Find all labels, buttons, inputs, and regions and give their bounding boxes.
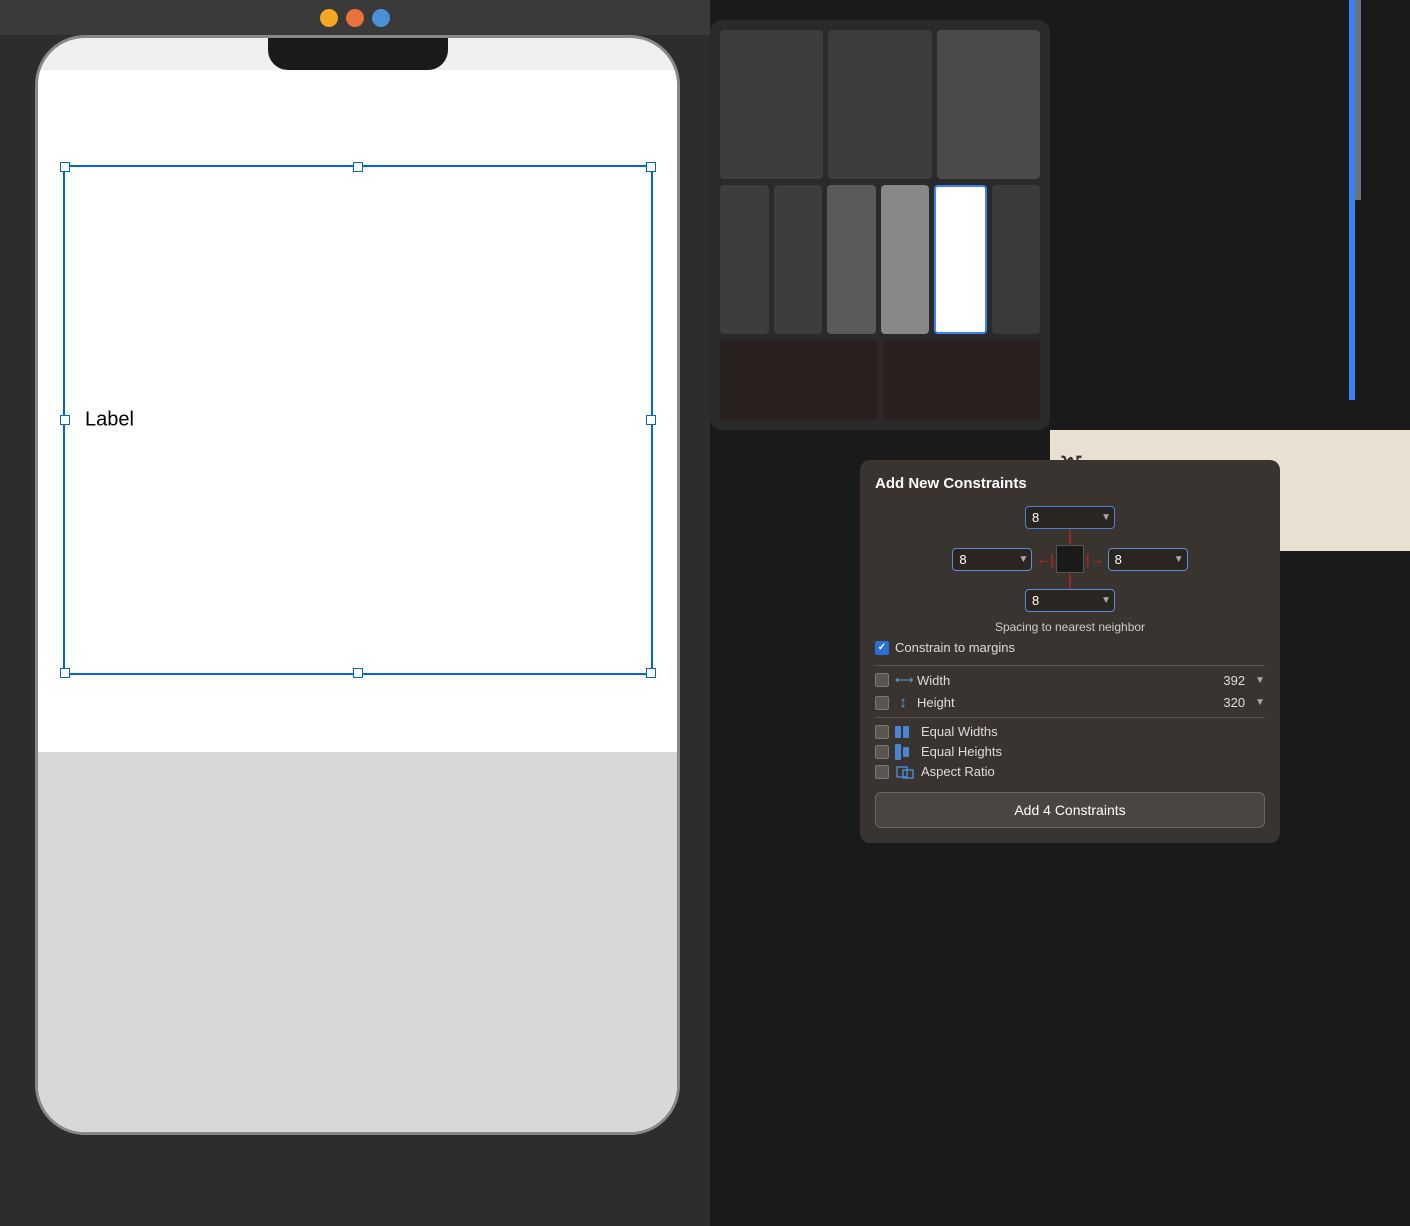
thumb-7[interactable] bbox=[881, 185, 930, 334]
height-checkbox[interactable] bbox=[875, 696, 889, 710]
handle-middle-left[interactable] bbox=[60, 415, 70, 425]
spacing-bottom-row: ▼ bbox=[1025, 589, 1115, 612]
thumb-3[interactable] bbox=[937, 30, 1040, 179]
constrain-margins-row: ✓ Constrain to margins bbox=[875, 640, 1265, 655]
blue-stripe2 bbox=[1355, 0, 1361, 200]
spacing-middle-row: ▼ ←| |→ ▼ bbox=[952, 545, 1187, 573]
height-label: Height bbox=[917, 695, 1217, 710]
thumb-row-2 bbox=[720, 185, 1040, 334]
width-value: 392 bbox=[1223, 673, 1245, 688]
spacing-right-chevron: ▼ bbox=[1174, 554, 1184, 565]
constrain-margins-label: Constrain to margins bbox=[895, 640, 1015, 655]
spacing-left-wrapper: ▼ bbox=[952, 548, 1032, 571]
handle-bottom-left[interactable] bbox=[60, 668, 70, 678]
left-arrow: ←| bbox=[1036, 551, 1054, 567]
toolbar-dot-yellow bbox=[320, 9, 338, 27]
center-square bbox=[1056, 545, 1084, 573]
aspect-ratio-icon bbox=[895, 765, 915, 779]
iphone-screen: Label bbox=[38, 70, 677, 1132]
equal-widths-label: Equal Widths bbox=[921, 724, 1265, 739]
thumb-10[interactable] bbox=[720, 340, 878, 420]
thumb-4[interactable] bbox=[720, 185, 769, 334]
add-constraints-button[interactable]: Add 4 Constraints bbox=[875, 792, 1265, 828]
width-icon: ⟷ bbox=[895, 672, 911, 688]
iphone-frame: Label bbox=[35, 35, 680, 1135]
view-label: Label bbox=[85, 409, 134, 432]
aspect-ratio-row: Aspect Ratio bbox=[875, 764, 1265, 779]
height-row: ↕ Height 320 ▼ bbox=[875, 694, 1265, 711]
thumb-6[interactable] bbox=[827, 185, 876, 334]
spacing-top-wrapper: ▼ bbox=[1025, 506, 1115, 529]
spacing-top-row: ▼ bbox=[1025, 506, 1115, 529]
spacing-right-wrapper: ▼ bbox=[1108, 548, 1188, 571]
spacing-bottom-chevron: ▼ bbox=[1101, 595, 1111, 606]
app-switcher bbox=[710, 20, 1050, 430]
height-icon: ↕ bbox=[895, 694, 911, 711]
spacing-grid: ▼ | ▼ ←| |→ ▼ bbox=[875, 506, 1265, 612]
handle-top-left[interactable] bbox=[60, 162, 70, 172]
right-arrow: |→ bbox=[1086, 551, 1104, 567]
view-container[interactable]: Label bbox=[63, 165, 653, 675]
divider-1 bbox=[875, 665, 1265, 666]
thumb-5[interactable] bbox=[774, 185, 823, 334]
spacing-label: Spacing to nearest neighbor bbox=[875, 620, 1265, 634]
handle-bottom-right[interactable] bbox=[646, 668, 656, 678]
equal-widths-checkbox[interactable] bbox=[875, 725, 889, 739]
constraints-panel: Add New Constraints ▼ | ▼ ←| bbox=[860, 460, 1280, 843]
spacing-bottom-wrapper: ▼ bbox=[1025, 589, 1115, 612]
aspect-icon-svg bbox=[896, 765, 914, 779]
equal-heights-row: Equal Heights bbox=[875, 744, 1265, 759]
equal-heights-icon bbox=[895, 745, 915, 759]
thumb-11[interactable] bbox=[883, 340, 1041, 420]
eq-bar-1 bbox=[895, 726, 901, 738]
center-arrows: ←| |→ bbox=[1036, 545, 1103, 573]
eq-bar-2 bbox=[903, 726, 909, 738]
equal-heights-checkbox[interactable] bbox=[875, 745, 889, 759]
width-checkbox[interactable] bbox=[875, 673, 889, 687]
height-dropdown[interactable]: ▼ bbox=[1255, 697, 1265, 708]
width-row: ⟷ Width 392 ▼ bbox=[875, 672, 1265, 688]
divider-2 bbox=[875, 717, 1265, 718]
iphone-notch bbox=[268, 38, 448, 70]
height-value: 320 bbox=[1223, 695, 1245, 710]
thumb-2[interactable] bbox=[828, 30, 931, 179]
eq-height-bar-1 bbox=[895, 744, 901, 760]
thumb-1[interactable] bbox=[720, 30, 823, 179]
toolbar-dot-orange bbox=[346, 9, 364, 27]
panel-title: Add New Constraints bbox=[875, 475, 1265, 492]
checkmark-icon: ✓ bbox=[878, 642, 886, 653]
equal-widths-icon bbox=[895, 725, 915, 739]
thumb-row-1 bbox=[720, 30, 1040, 179]
width-dropdown[interactable]: ▼ bbox=[1255, 675, 1265, 686]
constrain-margins-checkbox[interactable]: ✓ bbox=[875, 641, 889, 655]
toolbar bbox=[0, 0, 710, 35]
aspect-ratio-label: Aspect Ratio bbox=[921, 764, 1265, 779]
equal-heights-label: Equal Heights bbox=[921, 744, 1265, 759]
width-label: Width bbox=[917, 673, 1217, 688]
handle-top-right[interactable] bbox=[646, 162, 656, 172]
thumb-8-selected[interactable] bbox=[934, 185, 987, 334]
gray-bottom-area bbox=[38, 752, 677, 1132]
right-panel: ਅ ਡਾਈ ਚੋਦੇ ਹ Add New Constraints ▼ | ▼ bbox=[710, 0, 1410, 1226]
eq-height-bar-2 bbox=[903, 747, 909, 757]
handle-bottom-center[interactable] bbox=[353, 668, 363, 678]
aspect-ratio-checkbox[interactable] bbox=[875, 765, 889, 779]
thumb-9[interactable] bbox=[992, 185, 1041, 334]
spacing-top-chevron: ▼ bbox=[1101, 512, 1111, 523]
spacing-left-chevron: ▼ bbox=[1018, 554, 1028, 565]
main-canvas: Label bbox=[0, 0, 800, 1226]
red-arrow-top: | bbox=[1068, 529, 1072, 545]
red-arrow-bottom: | bbox=[1068, 573, 1072, 589]
handle-top-center[interactable] bbox=[353, 162, 363, 172]
toolbar-dot-blue bbox=[372, 9, 390, 27]
handle-middle-right[interactable] bbox=[646, 415, 656, 425]
thumb-row-3 bbox=[720, 340, 1040, 420]
equal-widths-row: Equal Widths bbox=[875, 724, 1265, 739]
